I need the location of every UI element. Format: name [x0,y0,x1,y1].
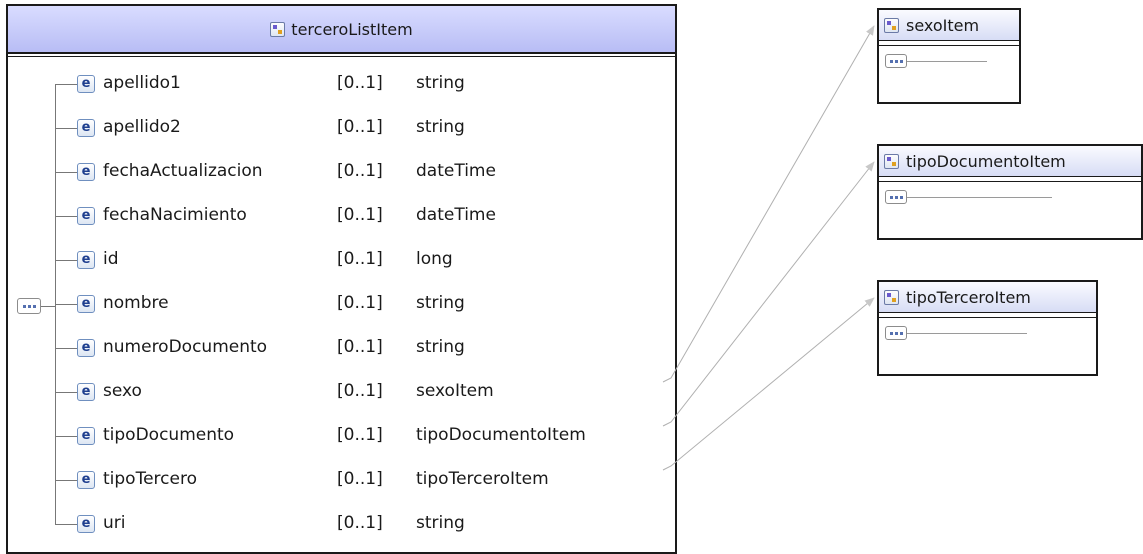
link-tipo-documento-to-item [662,161,875,427]
link-tipo-tercero-to-item [662,297,875,471]
type-reference-links [662,25,875,471]
link-sexo-to-sexo-item [662,25,875,383]
